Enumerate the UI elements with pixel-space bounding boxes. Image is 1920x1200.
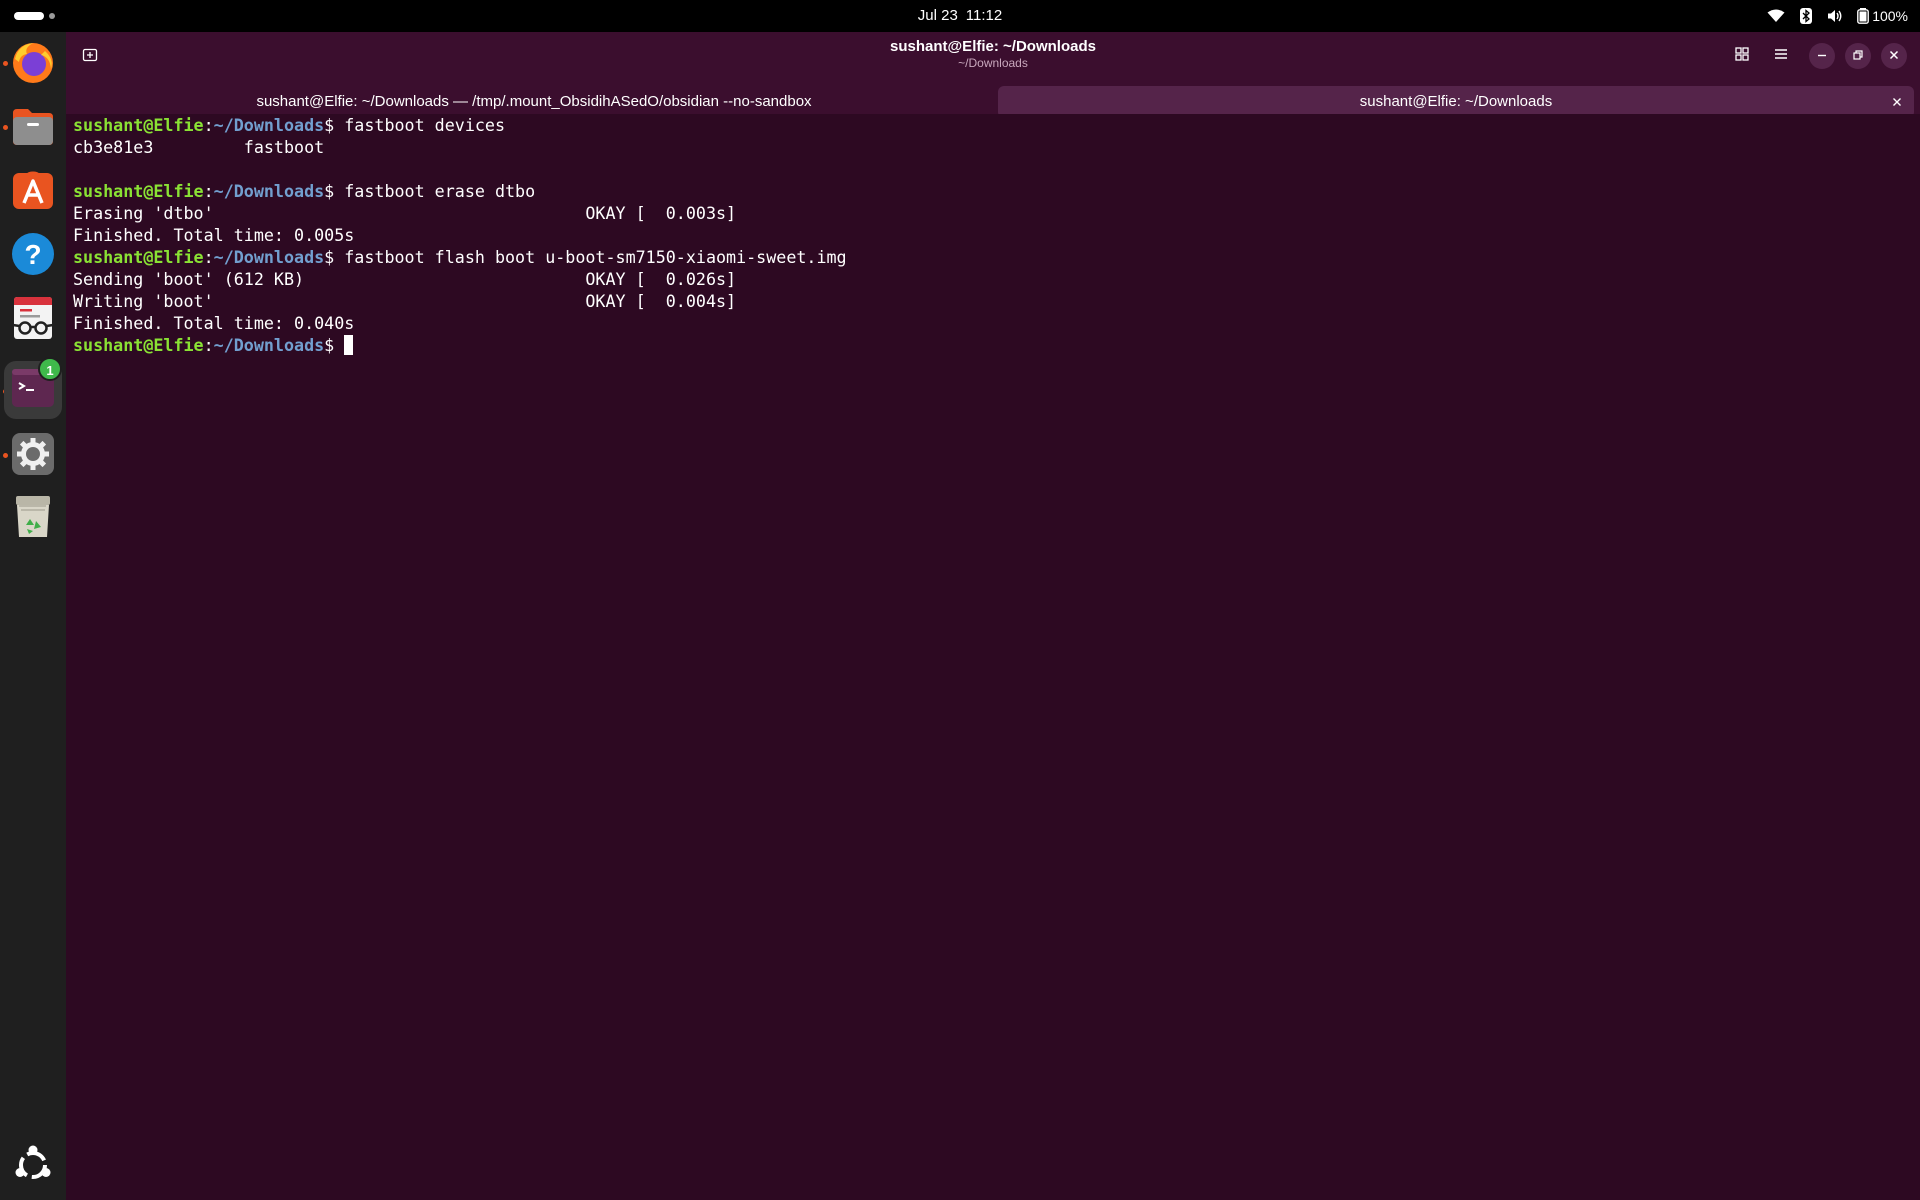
dock-item-files[interactable] xyxy=(8,103,58,153)
close-window-button[interactable] xyxy=(1881,43,1907,69)
prompt-line: sushant@Elfie:~/Downloads$ xyxy=(73,334,1920,356)
battery-icon: 100% xyxy=(1857,8,1908,24)
notification-badge: 1 xyxy=(38,357,62,381)
trash-icon xyxy=(10,493,56,544)
output-line: cb3e81e3 fastboot xyxy=(73,137,325,157)
dock-item-app-center[interactable] xyxy=(8,167,58,217)
output-line: Sending 'boot' (612 KB) OKAY [ 0.026s] xyxy=(73,269,737,289)
date-label: Jul 23 xyxy=(917,7,958,24)
prompt-path: ~/Downloads xyxy=(213,115,325,135)
ubuntu-logo-icon xyxy=(13,1145,53,1190)
command-text: fastboot devices xyxy=(344,115,506,135)
show-apps-button[interactable] xyxy=(8,1142,58,1192)
prompt-separator: : xyxy=(203,247,214,267)
prompt-symbol: $ xyxy=(324,335,345,355)
prompt-line: sushant@Elfie:~/Downloads$ fastboot flas… xyxy=(73,246,1920,268)
prompt-path: ~/Downloads xyxy=(213,181,325,201)
terminal-output[interactable]: sushant@Elfie:~/Downloads$ fastboot devi… xyxy=(66,114,1920,1200)
prompt-user-host: sushant@Elfie xyxy=(73,115,204,135)
prompt-user-host: sushant@Elfie xyxy=(73,247,204,267)
dock-item-terminal[interactable]: 1 xyxy=(4,357,62,419)
settings-icon xyxy=(10,431,56,482)
restore-icon xyxy=(1853,47,1863,65)
svg-text:?: ? xyxy=(24,239,41,270)
dock: ? 1 xyxy=(0,32,66,1200)
prompt-separator: : xyxy=(203,335,214,355)
clock[interactable]: Jul 23 11:12 xyxy=(0,0,1920,32)
dock-item-trash[interactable] xyxy=(8,493,58,543)
files-icon xyxy=(10,103,56,154)
window-subtitle: ~/Downloads xyxy=(958,56,1028,70)
output-line: Writing 'boot' OKAY [ 0.004s] xyxy=(73,291,737,311)
close-icon xyxy=(1893,98,1901,106)
app-center-icon xyxy=(10,167,56,218)
window-title: sushant@Elfie: ~/Downloads xyxy=(890,38,1096,55)
hamburger-menu-icon xyxy=(1774,47,1788,65)
command-text: fastboot flash boot u-boot-sm7150-xiaomi… xyxy=(344,247,847,267)
minimize-icon xyxy=(1817,47,1827,65)
system-tray[interactable]: 100% xyxy=(1767,0,1908,32)
volume-icon xyxy=(1827,9,1843,23)
close-icon xyxy=(1889,47,1899,65)
output-line: Finished. Total time: 0.005s xyxy=(73,225,355,245)
minimize-button[interactable] xyxy=(1809,43,1835,69)
tab-label: sushant@Elfie: ~/Downloads xyxy=(1359,93,1553,110)
prompt-user-host: sushant@Elfie xyxy=(73,181,204,201)
tab-overview-button[interactable] xyxy=(1728,42,1756,70)
command-text: fastboot erase dtbo xyxy=(344,181,536,201)
dock-item-document-viewer[interactable] xyxy=(8,295,58,345)
prompt-line: sushant@Elfie:~/Downloads$ fastboot eras… xyxy=(73,180,1920,202)
tab-label: sushant@Elfie: ~/Downloads — /tmp/.mount… xyxy=(256,93,812,110)
terminal-window: sushant@Elfie: ~/Downloads ~/Downloads s… xyxy=(66,32,1920,1200)
document-viewer-icon xyxy=(10,295,56,346)
prompt-symbol: $ xyxy=(324,115,345,135)
prompt-user-host: sushant@Elfie xyxy=(73,335,204,355)
dock-item-help[interactable]: ? xyxy=(8,231,58,281)
terminal-cursor xyxy=(344,335,354,355)
prompt-separator: : xyxy=(203,181,214,201)
prompt-symbol: $ xyxy=(324,247,345,267)
prompt-path: ~/Downloads xyxy=(213,247,325,267)
tab-close-button[interactable] xyxy=(1886,91,1908,113)
dock-item-settings[interactable] xyxy=(8,431,58,481)
output-line: Finished. Total time: 0.040s xyxy=(73,313,355,333)
time-label: 11:12 xyxy=(965,7,1003,24)
grid-icon xyxy=(1735,46,1749,66)
output-line: Erasing 'dtbo' OKAY [ 0.003s] xyxy=(73,203,737,223)
prompt-path: ~/Downloads xyxy=(213,335,325,355)
battery-percentage: 100% xyxy=(1872,8,1908,24)
prompt-symbol: $ xyxy=(324,181,345,201)
bluetooth-icon xyxy=(1799,8,1813,24)
top-bar: Jul 23 11:12 100% xyxy=(0,0,1920,32)
header-bar[interactable]: sushant@Elfie: ~/Downloads ~/Downloads xyxy=(66,32,1920,80)
prompt-separator: : xyxy=(203,115,214,135)
main-menu-button[interactable] xyxy=(1767,42,1795,70)
help-icon: ? xyxy=(10,231,56,282)
restore-button[interactable] xyxy=(1845,43,1871,69)
dock-item-firefox[interactable] xyxy=(8,39,58,89)
wifi-icon xyxy=(1767,9,1785,23)
prompt-line: sushant@Elfie:~/Downloads$ fastboot devi… xyxy=(73,114,1920,136)
firefox-icon xyxy=(10,39,56,90)
